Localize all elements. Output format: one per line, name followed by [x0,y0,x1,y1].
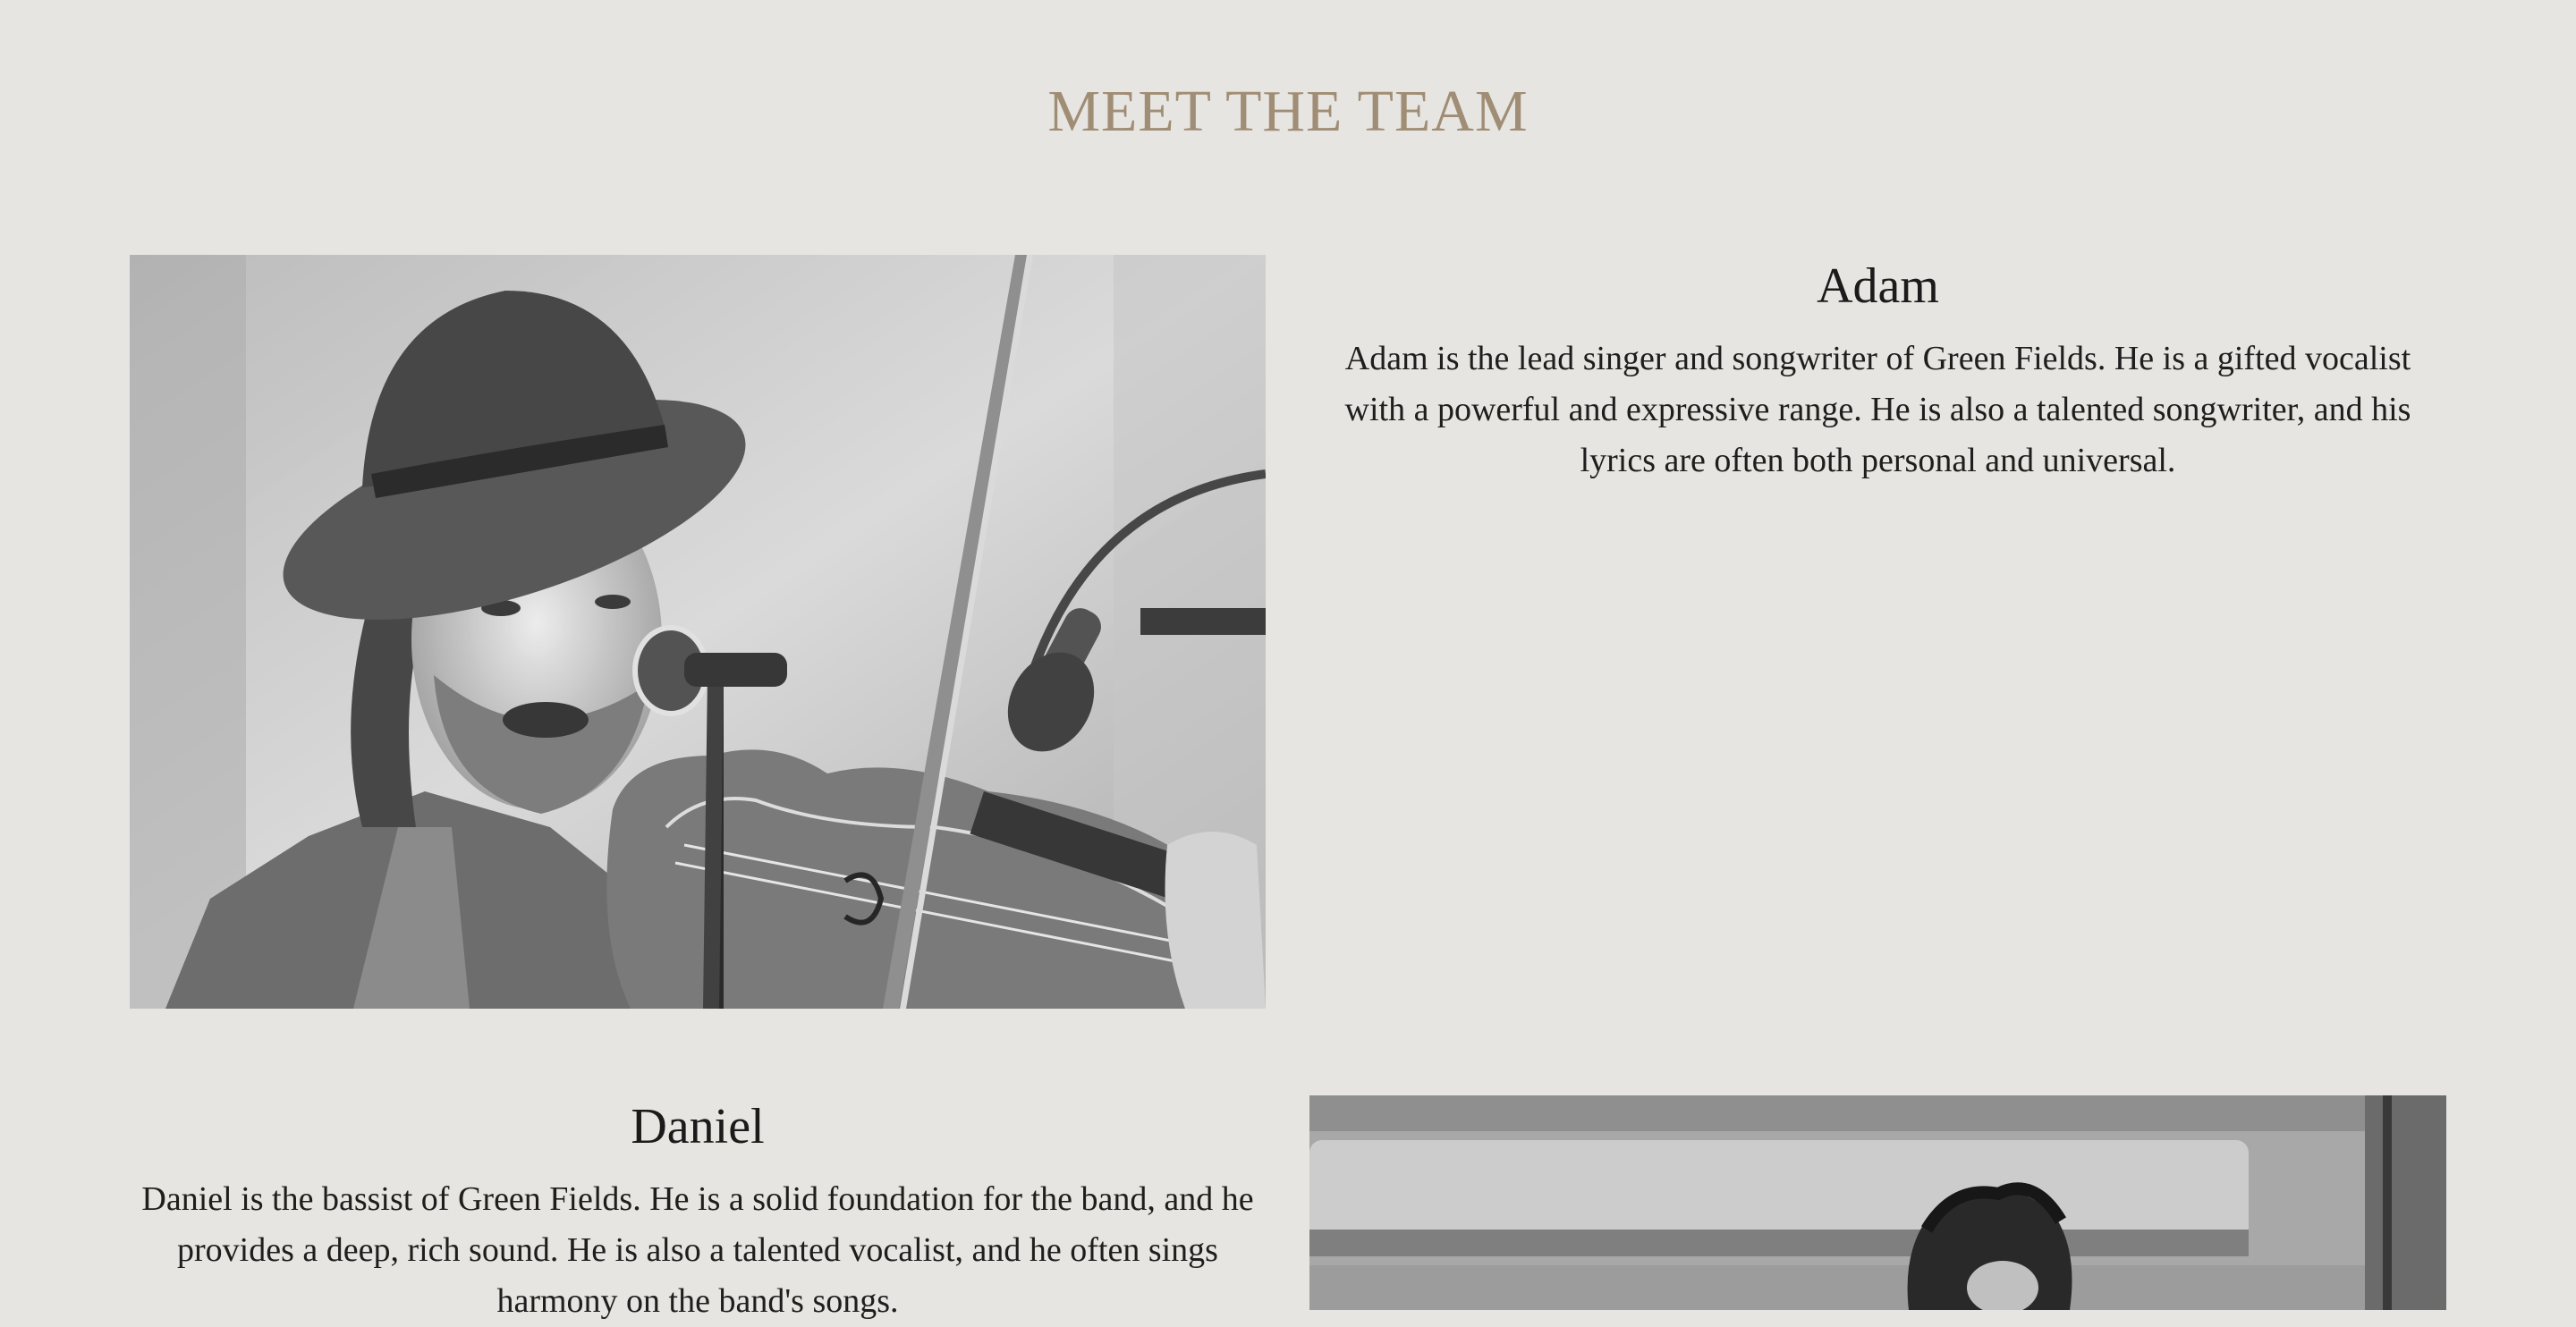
member-description: Adam is the lead singer and songwriter o… [1344,340,2411,479]
adam-photo-illustration [130,255,1266,1009]
member-name: Daniel [631,1099,765,1154]
daniel-bio: Daniel Daniel is the bassist of Green Fi… [130,1095,1266,1327]
adam-photo [130,255,1266,1009]
member-description: Daniel is the bassist of Green Fields. H… [141,1180,1254,1320]
daniel-photo [1309,1095,2446,1310]
adam-bio: Adam Adam is the lead singer and songwri… [1309,255,2446,486]
daniel-photo-illustration [1309,1095,2446,1310]
section-title: MEET THE TEAM [1047,79,1529,144]
member-name: Adam [1817,258,1939,314]
